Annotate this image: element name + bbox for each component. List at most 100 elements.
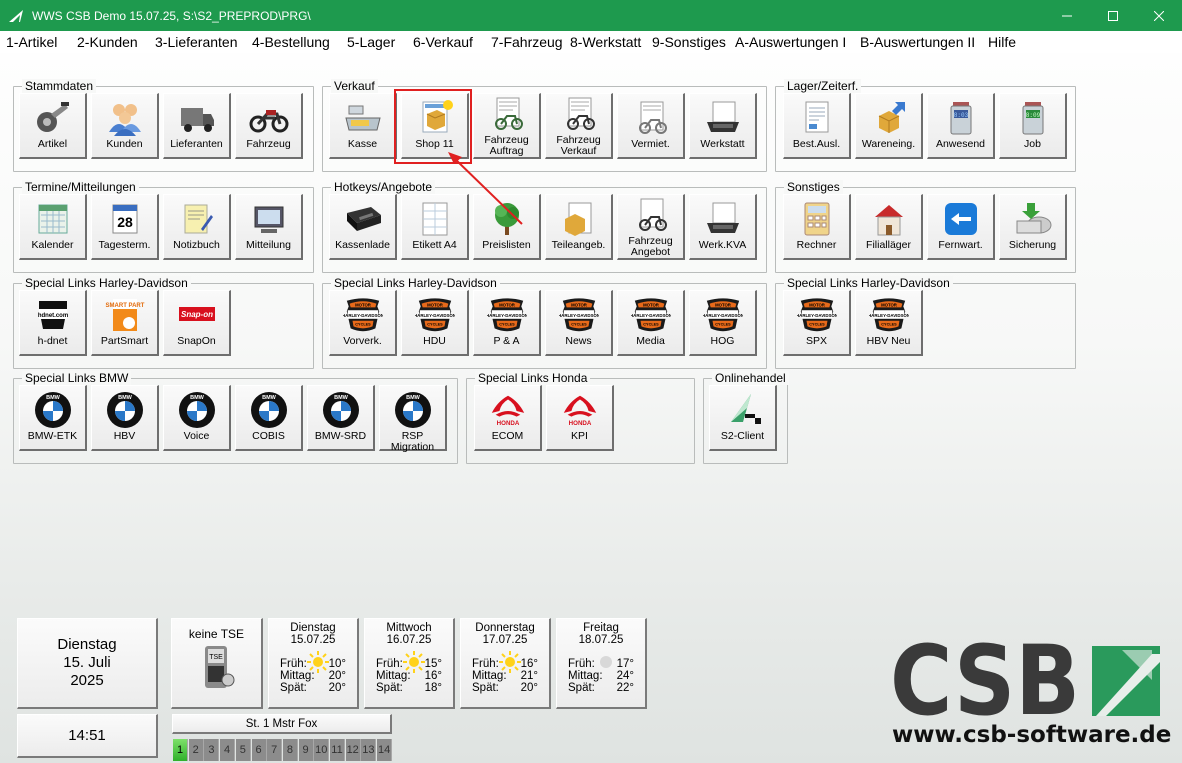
station-bar[interactable]: St. 1 Mstr Fox [172,714,392,734]
kunden-button[interactable]: Kunden [91,93,159,159]
station-slot[interactable]: 11 [330,739,345,761]
werk-kva-button[interactable]: Werk.KVA [689,194,757,260]
station-slot[interactable]: 10 [314,739,330,761]
s2client-icon: S [723,392,763,428]
hd-media-button[interactable]: MOTOR HARLEY-DAVIDSON CYCLES Media [617,290,685,356]
kalender-button[interactable]: Kalender [19,194,87,260]
s2-client-button[interactable]: S S2-Client [709,385,777,451]
clock-panel: 14:51 [17,714,158,758]
harley-davidson-logo-icon: MOTOR HARLEY-DAVIDSON CYCLES [415,297,455,333]
hd-hbv-neu-button[interactable]: MOTOR HARLEY-DAVIDSON CYCLES HBV Neu [855,290,923,356]
minimize-button[interactable] [1044,0,1090,31]
menu-item[interactable]: B-Auswertungen II [860,34,975,50]
date-day: 15. Juli [63,654,111,671]
artikel-button[interactable]: Artikel [19,93,87,159]
station-slot[interactable]: 4 [220,739,236,761]
anwesend-clock-text: 8:03 [953,112,968,119]
station-slot[interactable]: 13 [361,739,377,761]
station-slot[interactable]: 5 [235,739,251,761]
snapon-button[interactable]: Snap-on SnapOn [163,290,231,356]
annotation-arrow [448,152,523,225]
station-slot[interactable]: 8 [282,739,298,761]
button-label: COBIS [252,430,285,442]
hd-spx-button[interactable]: MOTOR HARLEY-DAVIDSON CYCLES SPX [783,290,851,356]
menu-item[interactable]: 1-Artikel [6,34,57,50]
tagesterm-button[interactable]: 28 Tagesterm. [91,194,159,260]
station-slot[interactable]: 2 [188,739,204,761]
button-label: Preislisten [482,239,531,251]
notizbuch-button[interactable]: Notizbuch [163,194,231,260]
station-slot[interactable]: 1 [173,739,188,761]
button-label: Sicherung [1008,239,1057,251]
menu-item[interactable]: 3-Lieferanten [155,34,238,50]
menu-item[interactable]: 9-Sonstiges [652,34,726,50]
button-label: Kasse [347,138,378,150]
hd-logo-text: HARLEY-DAVIDSON [869,313,909,318]
menu-item[interactable]: 2-Kunden [77,34,138,50]
honda-ecom-button[interactable]: HONDA ECOM [474,385,542,451]
window-title: WWS CSB Demo 15.07.25, S:\S2_PREPROD\PRG… [32,8,311,23]
temp-frueh: 16° [520,658,538,670]
mitteilung-button[interactable]: Mitteilung [235,194,303,260]
best-ausl-button[interactable]: Best.Ausl. [783,93,851,159]
fahrzeug-button[interactable]: Fahrzeug [235,93,303,159]
station-slot[interactable]: 7 [267,739,283,761]
maximize-button[interactable] [1090,0,1136,31]
werkstatt-button[interactable]: Werkstatt [689,93,757,159]
menu-item[interactable]: A-Auswertungen I [735,34,846,50]
button-label: SnapOn [177,335,216,347]
lieferanten-button[interactable]: Lieferanten [163,93,231,159]
sicherung-button[interactable]: Sicherung [999,194,1067,260]
station-slot[interactable]: 9 [298,739,314,761]
anwesend-button[interactable]: 8:03 Anwesend [927,93,995,159]
fahrzeug-angebot-button[interactable]: Fahrzeug Angebot [617,194,685,260]
button-label: Rechner [796,239,837,251]
tse-label: keine TSE [188,627,245,641]
bmw-rsp-migration-button[interactable]: BMW RSP Migration [379,385,447,453]
station-slot[interactable]: 3 [204,739,220,761]
menu-item[interactable]: 4-Bestellung [252,34,330,50]
partsmart-button[interactable]: SMART PART PartSmart [91,290,159,356]
bmw-voice-button[interactable]: BMW Voice [163,385,231,451]
bmw-hbv-button[interactable]: BMW HBV [91,385,159,451]
bmw-srd-button[interactable]: BMW BMW-SRD [307,385,375,451]
temp-spaet: 20° [328,682,346,694]
teileangeb-button[interactable]: Teileangeb. [545,194,613,260]
station-slot[interactable]: 6 [251,739,267,761]
filiallaeger-button[interactable]: Filialläger [855,194,923,260]
wareneing-button[interactable]: Wareneing. [855,93,923,159]
bmw-cobis-button[interactable]: BMW COBIS [235,385,303,451]
hd-hdu-button[interactable]: MOTOR HARLEY-DAVIDSON CYCLES HDU [401,290,469,356]
hd-pa-button[interactable]: MOTOR HARLEY-DAVIDSON CYCLES P & A [473,290,541,356]
group-title: Stammdaten [22,79,97,93]
h-dnet-button[interactable]: hdnet.com h-dnet [19,290,87,356]
fernwart-button[interactable]: Fernwart. [927,194,995,260]
menu-item[interactable]: 5-Lager [347,34,395,50]
menu-item[interactable]: 8-Werkstatt [570,34,641,50]
vermiet-button[interactable]: Vermiet. [617,93,685,159]
kalender-icon [33,201,73,237]
station-slot[interactable]: 14 [377,739,393,761]
menu-item[interactable]: 6-Verkauf [413,34,473,50]
hd-news-button[interactable]: MOTOR HARLEY-DAVIDSON CYCLES News [545,290,613,356]
menu-item[interactable]: Hilfe [988,34,1016,50]
kassenlade-button[interactable]: Kassenlade [329,194,397,260]
button-label: HDU [423,335,446,347]
menu-item[interactable]: 7-Fahrzeug [491,34,563,50]
rechner-button[interactable]: Rechner [783,194,851,260]
close-button[interactable] [1136,0,1182,31]
hd-hog-button[interactable]: MOTOR HARLEY-DAVIDSON CYCLES HOG [689,290,757,356]
kasse-button[interactable]: Kasse [329,93,397,159]
honda-kpi-button[interactable]: HONDA KPI [546,385,614,451]
bmw-etk-button[interactable]: BMW BMW-ETK [19,385,87,451]
job-button[interactable]: 8:09 Job [999,93,1067,159]
fahrzeug-verkauf-button[interactable]: Fahrzeug Verkauf [545,93,613,159]
tse-panel[interactable]: keine TSE TSE [171,618,263,709]
menu-bar: 1-Artikel 2-Kunden 3-Lieferanten 4-Bestellu… [0,31,1182,53]
station-slot[interactable]: 12 [345,739,361,761]
weather-date: 18.07.25 [578,634,624,646]
button-label: Notizbuch [173,239,220,251]
weather-day-panel: Donnerstag 17.07.25 Früh: 16° Mittag: 21° … [460,618,551,709]
hd-logo-text: MOTOR [427,302,443,307]
hd-vorverk-button[interactable]: MOTOR HARLEY-DAVIDSON CYCLES Vorverk. [329,290,397,356]
